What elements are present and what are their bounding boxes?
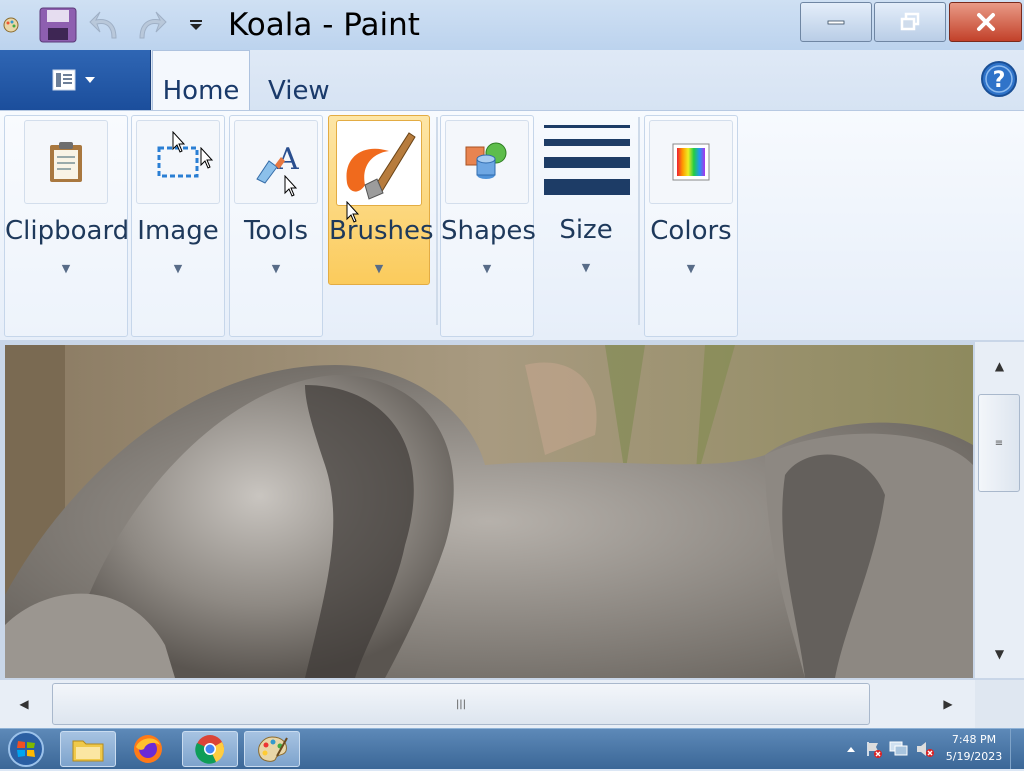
action-center-icon[interactable] bbox=[864, 729, 884, 769]
mouse-cursor-icon bbox=[346, 201, 360, 223]
start-button[interactable] bbox=[4, 731, 48, 767]
taskbar-clock[interactable]: 7:48 PM 5/19/2023 bbox=[942, 731, 1006, 765]
group-label: Shapes bbox=[441, 216, 536, 246]
taskbar-firefox[interactable] bbox=[120, 731, 176, 767]
restore-icon bbox=[900, 12, 920, 31]
size-icon bbox=[544, 121, 630, 197]
show-desktop-button[interactable] bbox=[1010, 729, 1024, 769]
ribbon-home: Clipboard ▼ Image ▼ A Tools ▼ Brushes ▼ … bbox=[0, 110, 1024, 342]
group-label: Tools bbox=[243, 216, 309, 246]
mouse-cursor-icon bbox=[284, 175, 298, 197]
folder-icon bbox=[72, 740, 104, 762]
chevron-down-icon: ▼ bbox=[271, 262, 281, 275]
chevron-down-icon: ▼ bbox=[686, 262, 696, 275]
volume-muted-icon[interactable] bbox=[914, 729, 936, 769]
taskbar: 7:48 PM 5/19/2023 bbox=[0, 728, 1024, 769]
group-brushes[interactable]: Brushes ▼ bbox=[328, 115, 434, 285]
chevron-down-icon: ▼ bbox=[374, 262, 384, 275]
group-label: Clipboard bbox=[5, 216, 130, 246]
group-colors[interactable]: Colors ▼ bbox=[644, 115, 738, 337]
tab-home[interactable]: Home bbox=[152, 50, 250, 110]
group-clipboard[interactable]: Clipboard ▼ bbox=[4, 115, 130, 337]
ribbon-separator bbox=[436, 117, 438, 325]
taskbar-paint[interactable] bbox=[244, 731, 300, 767]
colors-icon bbox=[649, 120, 733, 204]
undo-icon[interactable] bbox=[86, 6, 126, 44]
group-label: Colors bbox=[650, 216, 732, 246]
group-label: Brushes bbox=[329, 216, 434, 246]
brush-icon bbox=[336, 120, 422, 206]
scroll-up-icon[interactable]: ▲ bbox=[975, 342, 1024, 390]
chevron-down-icon: ▼ bbox=[581, 261, 591, 274]
window-title: Koala - Paint bbox=[228, 7, 420, 43]
network-icon[interactable] bbox=[888, 729, 910, 769]
close-icon bbox=[976, 13, 995, 31]
horizontal-scroll-thumb[interactable]: ||| bbox=[52, 683, 870, 725]
customize-dropdown-icon[interactable] bbox=[184, 6, 208, 44]
vertical-scroll-thumb[interactable]: ≡ bbox=[978, 394, 1020, 492]
ribbon-separator bbox=[638, 117, 640, 325]
group-label: Image bbox=[137, 216, 219, 246]
scrollbar-corner bbox=[975, 680, 1024, 728]
group-label: Size bbox=[559, 215, 613, 245]
clock-time: 7:48 PM bbox=[951, 733, 997, 746]
chevron-down-icon: ▼ bbox=[61, 262, 71, 275]
group-size[interactable]: Size ▼ bbox=[538, 115, 634, 337]
chevron-down-icon: ▼ bbox=[173, 262, 183, 275]
canvas-area: ▲ ≡ ▼ ◀ ||| ▶ bbox=[0, 340, 1024, 728]
shapes-icon bbox=[445, 120, 529, 204]
paint-palette-icon bbox=[258, 736, 288, 762]
clipboard-icon bbox=[24, 120, 108, 204]
tab-view[interactable]: View bbox=[268, 50, 348, 110]
horizontal-scrollbar[interactable]: ◀ ||| ▶ bbox=[0, 680, 975, 728]
help-icon[interactable]: ? bbox=[980, 60, 1018, 98]
paint-app-icon[interactable] bbox=[2, 6, 20, 44]
ribbon-tabs: Home View ? bbox=[0, 50, 1024, 110]
show-hidden-icons[interactable] bbox=[844, 729, 858, 769]
title-bar: Koala - Paint bbox=[0, 0, 1024, 50]
paint-menu-icon bbox=[52, 69, 95, 91]
group-shapes[interactable]: Shapes ▼ bbox=[440, 115, 536, 337]
chevron-down-icon: ▼ bbox=[482, 262, 492, 275]
scroll-down-icon[interactable]: ▼ bbox=[975, 630, 1024, 678]
save-icon[interactable] bbox=[36, 6, 80, 44]
redo-icon[interactable] bbox=[130, 6, 170, 44]
firefox-icon bbox=[134, 735, 162, 763]
mouse-cursor-icon bbox=[172, 131, 186, 153]
taskbar-file-explorer[interactable] bbox=[60, 731, 116, 767]
svg-text:?: ? bbox=[993, 68, 1006, 93]
mouse-cursor-icon bbox=[200, 147, 214, 169]
scroll-right-icon[interactable]: ▶ bbox=[924, 680, 972, 728]
paint-menu-button[interactable] bbox=[0, 50, 151, 110]
scroll-left-icon[interactable]: ◀ bbox=[0, 680, 48, 728]
tools-icon: A bbox=[234, 120, 318, 204]
taskbar-chrome[interactable] bbox=[182, 731, 238, 767]
minimize-button[interactable] bbox=[800, 2, 872, 42]
restore-button[interactable] bbox=[874, 2, 946, 42]
group-tools[interactable]: A Tools ▼ bbox=[229, 115, 323, 337]
minimize-icon bbox=[827, 20, 845, 25]
chrome-icon bbox=[195, 735, 225, 764]
close-button[interactable] bbox=[949, 2, 1022, 42]
clock-date: 5/19/2023 bbox=[945, 750, 1003, 763]
koala-image[interactable] bbox=[5, 345, 973, 678]
vertical-scrollbar[interactable]: ▲ ≡ ▼ bbox=[975, 342, 1024, 678]
